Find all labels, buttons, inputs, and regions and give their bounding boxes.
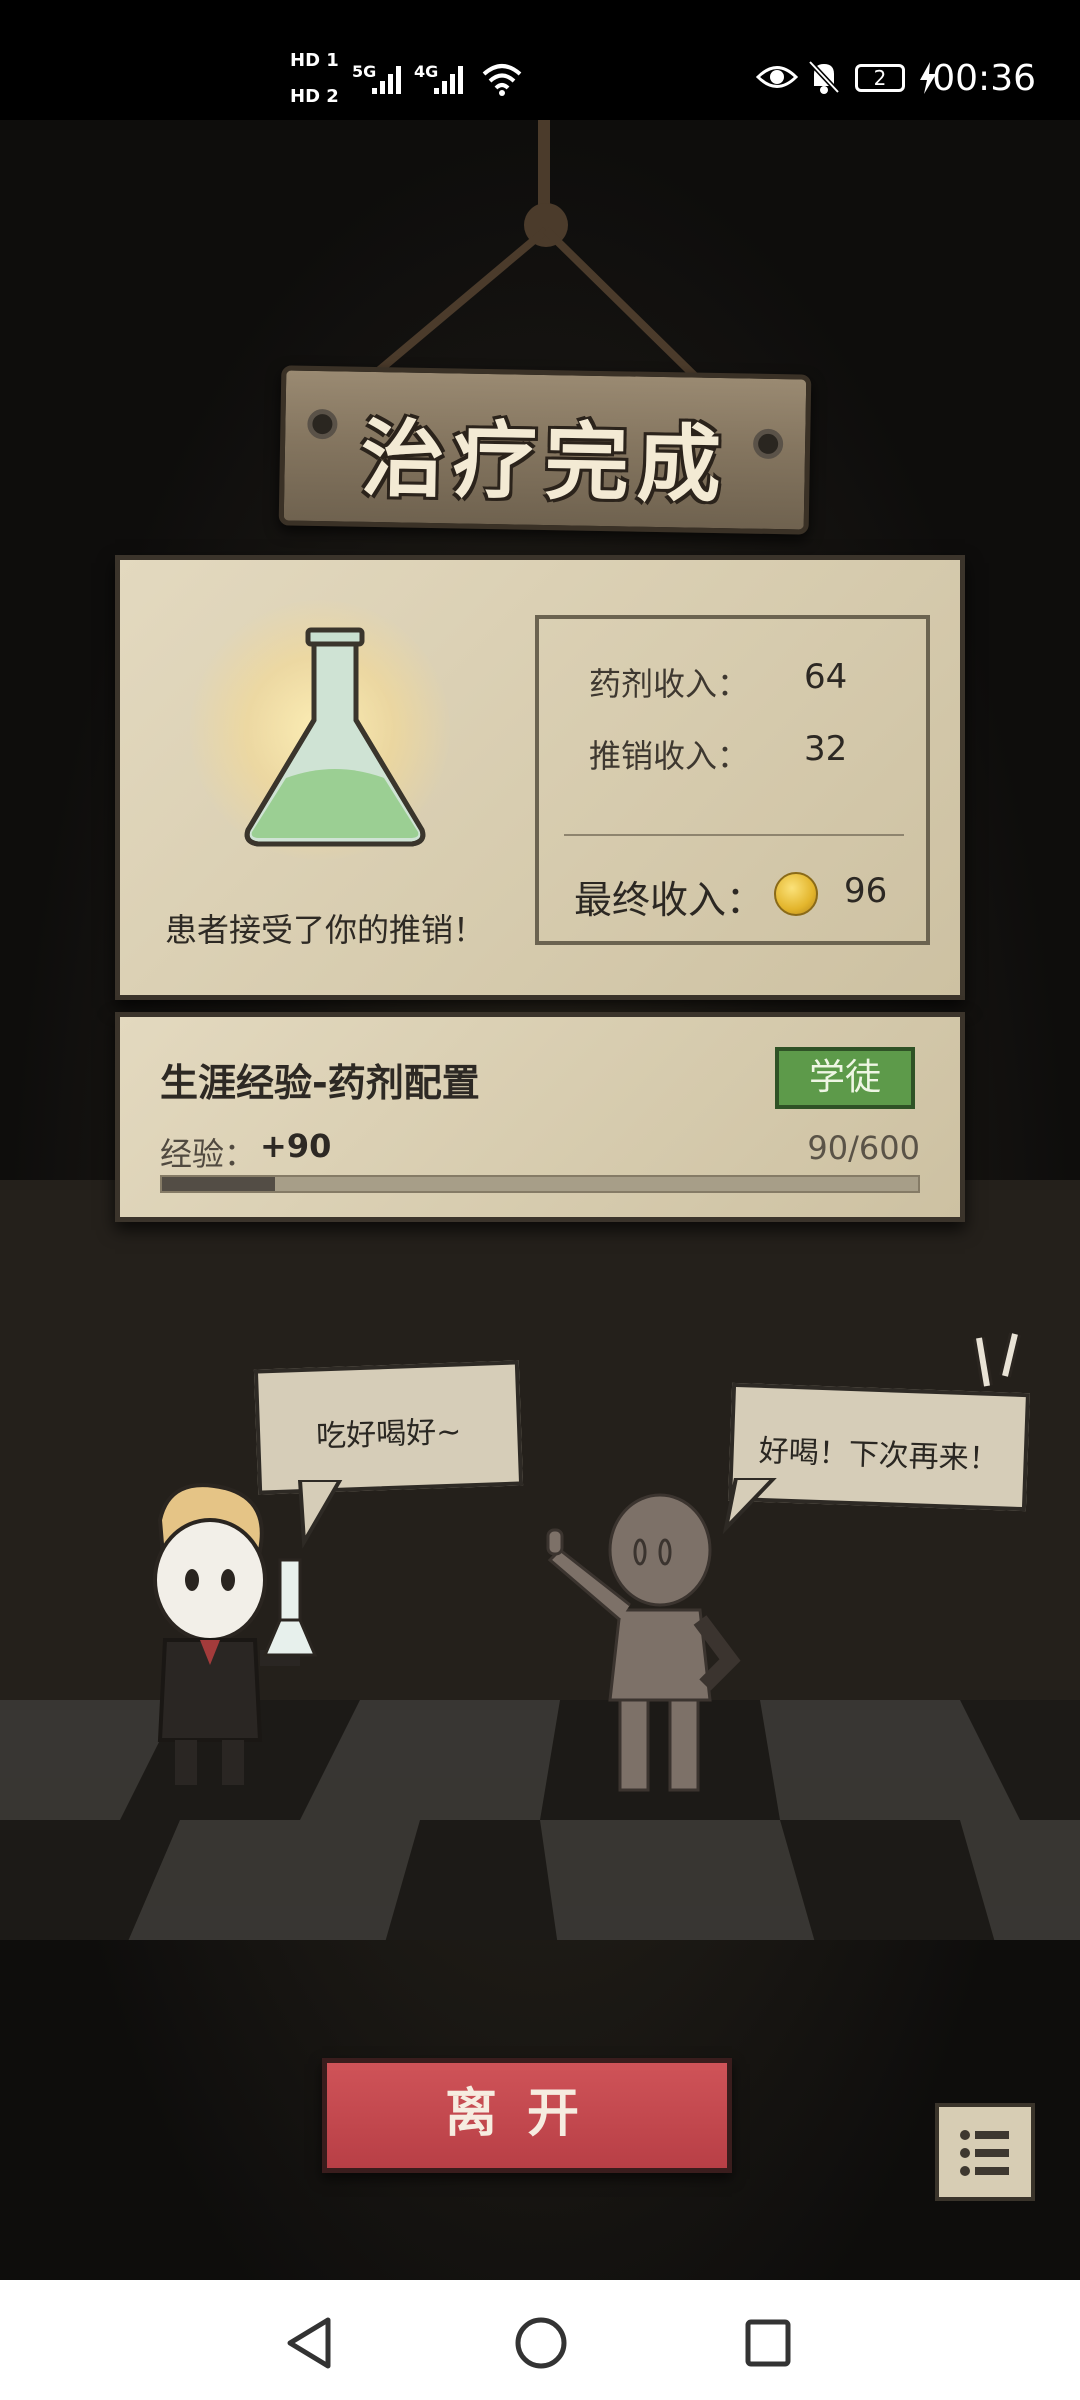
potion-income-value: 64 (804, 657, 848, 697)
eye-icon (756, 66, 798, 88)
result-panel: 患者接受了你的推销！ 药剂收入： 64 推销收入： 32 最终收入： 96 (115, 555, 965, 1000)
recents-square-icon[interactable] (744, 2318, 792, 2368)
list-icon (960, 2130, 1009, 2176)
signal-bars-icon (372, 66, 401, 94)
final-income-label: 最终收入： (574, 878, 765, 922)
result-message: 患者接受了你的推销！ (165, 911, 486, 949)
flask-icon (244, 627, 426, 847)
patient-silhouette (546, 1493, 741, 1792)
hd2-indicator: HD 2 (290, 86, 339, 107)
experience-progress-fill (162, 1177, 276, 1191)
mute-bell-icon (808, 60, 840, 94)
rank-badge: 学徒 (775, 1047, 915, 1109)
experience-progress-bar (160, 1175, 920, 1193)
doctor-bubble-tail (297, 1480, 343, 1549)
experience-progress-text: 90/600 (807, 1129, 920, 1167)
income-divider (564, 834, 904, 836)
upsell-income-value: 32 (804, 729, 848, 769)
leave-button[interactable]: 离开 (322, 2058, 732, 2173)
clock: 00:36 (932, 58, 1036, 99)
experience-gain: +90 (260, 1127, 332, 1165)
sign-title: 治疗完成 (359, 409, 730, 515)
doctor-speech-text: 吃好喝好~ (315, 1414, 462, 1455)
experience-label: 经验： (160, 1135, 257, 1173)
patient-speech-text: 好喝！下次再来！ (758, 1433, 1000, 1478)
back-triangle-icon[interactable] (284, 2316, 332, 2370)
system-nav-bar (0, 2280, 1080, 2400)
patient-bubble-tail (722, 1478, 777, 1535)
coin-icon (774, 872, 818, 916)
status-bar: HD 1 HD 2 5G 4G 2 00:36 (0, 0, 1080, 120)
hd1-indicator: HD 1 (290, 50, 339, 71)
wifi-icon (482, 64, 522, 96)
battery-icon: 2 (855, 64, 905, 92)
experience-title: 生涯经验-药剂配置 (160, 1061, 480, 1105)
menu-button[interactable] (935, 2103, 1035, 2201)
title-sign: 治疗完成 (278, 365, 812, 535)
signal-bars-icon (434, 66, 463, 94)
potion-income-label: 药剂收入： (589, 665, 750, 703)
doctor-speech-bubble: 吃好喝好~ (253, 1360, 524, 1495)
home-circle-icon[interactable] (514, 2316, 568, 2370)
income-box: 药剂收入： 64 推销收入： 32 最终收入： 96 (535, 615, 930, 945)
experience-panel: 生涯经验-药剂配置 学徒 经验： +90 90/600 (115, 1012, 965, 1222)
final-income-value: 96 (844, 871, 888, 911)
upsell-income-label: 推销收入： (589, 737, 750, 775)
